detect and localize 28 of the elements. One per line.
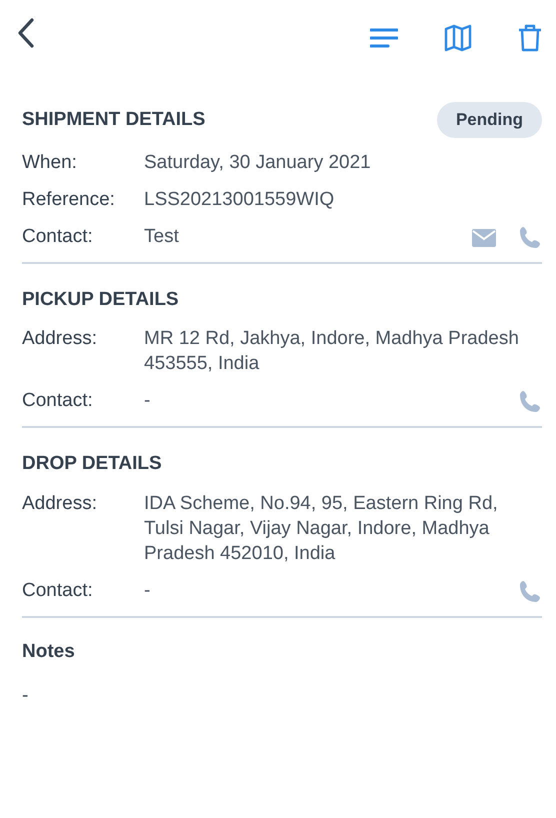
map-icon[interactable] [444, 24, 472, 52]
section-title: SHIPMENT DETAILS [22, 108, 206, 132]
section-title: DROP DETAILS [22, 452, 162, 476]
field-label: Reference: [22, 188, 116, 212]
notes-text: - [22, 684, 30, 708]
field-value: - [144, 578, 152, 602]
field-label: Contact: [22, 578, 94, 602]
phone-icon[interactable] [518, 390, 542, 414]
field-label: Address: [22, 327, 98, 351]
mail-icon[interactable] [472, 228, 496, 246]
phone-icon[interactable] [518, 580, 542, 604]
field-label: Contact: [22, 224, 94, 248]
field-label: Address: [22, 492, 98, 516]
notes-title: Notes [22, 640, 76, 664]
trash-icon[interactable] [518, 24, 542, 52]
field-value: MR 12 Rd, Jakhya, Indore, Madhya Pradesh 453555, India [144, 327, 520, 376]
field-label: Contact: [22, 389, 94, 413]
field-value: LSS20213001559WIQ [144, 188, 336, 212]
menu-icon[interactable] [370, 27, 398, 49]
field-value: IDA Scheme, No.94, 95, Eastern Ring Rd, Tulsi Nagar, Vijay Nagar, Indore, Madhya Pradesh 452010, India [144, 492, 499, 566]
status-pill: Pending [436, 102, 542, 138]
phone-icon[interactable] [518, 226, 542, 250]
section-title: PICKUP DETAILS [22, 288, 179, 312]
field-value: Test [144, 224, 180, 248]
back-icon[interactable] [16, 18, 36, 48]
field-value: - [144, 389, 152, 413]
field-label: When: [22, 150, 78, 174]
field-value: Saturday, 30 January 2021 [144, 150, 372, 174]
